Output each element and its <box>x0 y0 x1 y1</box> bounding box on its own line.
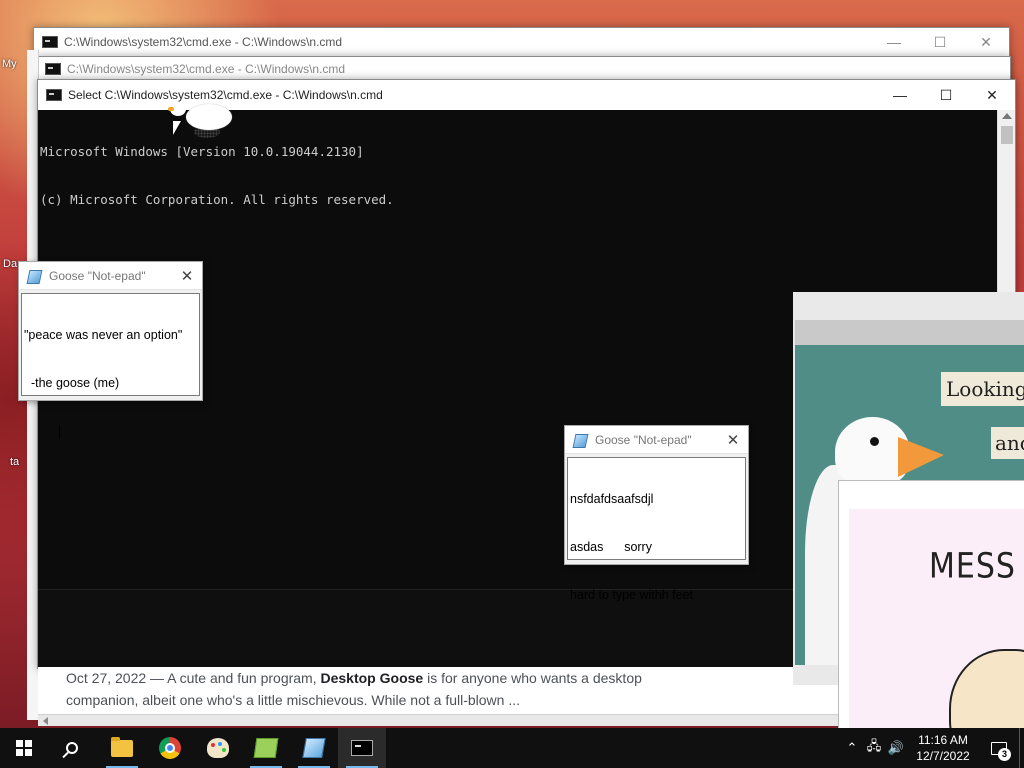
window-title: C:\Windows\system32\cmd.exe - C:\Windows… <box>67 62 346 76</box>
desktop-icon-label[interactable]: Da <box>3 258 17 270</box>
notepad-line: nsfdafdsaafsdjl <box>570 492 654 506</box>
mouse-cursor-icon <box>173 121 181 135</box>
clock[interactable]: 11:16 AM 12/7/2022 <box>907 732 979 764</box>
network-icon[interactable]: 🖧 <box>863 737 885 759</box>
snippet-text: companion, albeit one who's a little mis… <box>66 692 521 708</box>
meme-caption: Looking <box>941 372 1024 406</box>
goose-foot-drawing <box>949 649 1024 728</box>
close-button[interactable]: ✕ <box>963 27 1009 57</box>
search-icon <box>66 742 78 754</box>
taskbar-file-explorer[interactable] <box>98 728 146 768</box>
minimize-button[interactable]: — <box>871 27 917 57</box>
scrollbar-thumb[interactable] <box>1001 126 1013 144</box>
goose-eye <box>870 437 879 446</box>
windows-logo-icon <box>16 740 32 756</box>
goose-meme-image-2: MESS WITH <box>838 480 1024 728</box>
notepad-line <box>24 424 59 438</box>
start-button[interactable] <box>0 728 48 768</box>
volume-icon[interactable]: 🔊 <box>885 740 907 756</box>
image-window-bar <box>795 320 1024 345</box>
title-bar[interactable]: Goose "Not-epad" ✕ <box>565 426 748 454</box>
meme-caption: and <box>991 427 1024 459</box>
goose-body <box>186 104 232 130</box>
notepad-line: asdas sorry <box>570 540 652 554</box>
taskbar-paint[interactable] <box>194 728 242 768</box>
close-button[interactable]: ✕ <box>718 431 748 449</box>
clock-date: 12/7/2022 <box>916 749 970 763</box>
system-tray: ⌃ 🖧 🔊 11:16 AM 12/7/2022 3 <box>841 728 1024 768</box>
snippet-date: Oct 27, 2022 <box>66 670 147 686</box>
action-center-button[interactable]: 3 <box>979 728 1019 768</box>
window-title: Goose "Not-epad" <box>49 268 146 283</box>
maximize-button[interactable]: ☐ <box>923 80 969 110</box>
text-caret <box>58 424 60 439</box>
folder-icon <box>111 736 133 757</box>
maximize-button[interactable]: ☐ <box>917 27 963 57</box>
meme-caption: MESS WITH <box>929 546 1024 587</box>
desktop-icon-label[interactable]: ta <box>10 456 19 468</box>
title-bar[interactable]: Goose "Not-epad" ✕ <box>19 262 202 290</box>
minimize-button[interactable]: — <box>877 80 923 110</box>
snippet-text: — A cute and fun program, <box>146 670 321 686</box>
window-title: C:\Windows\system32\cmd.exe - C:\Windows… <box>64 35 343 49</box>
notepad-line: hard to type withh feet <box>570 588 693 602</box>
snippet-text: is for anyone who wants a desktop <box>423 670 642 686</box>
taskbar-notepad-green[interactable] <box>242 728 290 768</box>
window-title: Goose "Not-epad" <box>595 432 692 447</box>
scroll-left-icon[interactable] <box>43 717 48 725</box>
taskbar-cmd[interactable] <box>338 728 386 768</box>
notepad-line: "peace was never an option" <box>24 328 183 342</box>
taskbar-goose-notepad[interactable] <box>290 728 338 768</box>
cmd-icon <box>46 89 62 101</box>
horizontal-scrollbar[interactable] <box>38 714 838 726</box>
scroll-up-icon[interactable] <box>1002 113 1012 119</box>
search-button[interactable] <box>48 728 96 768</box>
title-bar[interactable]: C:\Windows\system32\cmd.exe - C:\Windows… <box>37 57 1010 81</box>
cmd-icon <box>45 63 61 75</box>
chevron-up-icon[interactable]: ⌃ <box>841 740 863 756</box>
snippet-bold: Desktop Goose <box>320 670 424 686</box>
goose-notepad-window[interactable]: Goose "Not-epad" ✕ nsfdafdsaafsdjl asdas… <box>564 425 749 602</box>
goose-beak <box>898 437 944 477</box>
paint-palette-icon <box>207 738 229 758</box>
console-line: (c) Microsoft Corporation. All rights re… <box>40 192 394 207</box>
show-desktop-button[interactable] <box>1019 728 1024 768</box>
notepad-icon <box>253 738 279 758</box>
notification-count-badge: 3 <box>998 748 1011 761</box>
close-button[interactable]: ✕ <box>172 267 202 285</box>
taskbar-chrome[interactable] <box>146 728 194 768</box>
notepad-icon <box>302 738 326 758</box>
desktop-icon-label[interactable]: My <box>2 58 17 70</box>
chrome-icon <box>159 737 181 759</box>
notepad-text-area[interactable]: nsfdafdsaafsdjl asdas sorry hard to type… <box>567 457 746 602</box>
taskbar: ⌃ 🖧 🔊 11:16 AM 12/7/2022 3 <box>0 728 1024 768</box>
search-result-snippet: Oct 27, 2022 — A cute and fun program, D… <box>38 667 838 715</box>
notepad-icon <box>572 433 588 447</box>
console-line: Microsoft Windows [Version 10.0.19044.21… <box>40 144 364 159</box>
cmd-icon <box>42 36 58 48</box>
clock-time: 11:16 AM <box>918 733 968 747</box>
title-bar[interactable]: C:\Windows\system32\cmd.exe - C:\Windows… <box>34 28 1009 56</box>
cmd-icon <box>351 740 373 756</box>
notepad-text-area[interactable]: "peace was never an option" -the goose (… <box>21 293 200 439</box>
goose-beak <box>168 107 174 111</box>
close-button[interactable]: ✕ <box>969 80 1015 110</box>
notepad-icon <box>26 269 42 283</box>
meme-background: MESS WITH <box>849 509 1024 728</box>
notepad-line: -the goose (me) <box>24 376 120 390</box>
goose-notepad-window[interactable]: Goose "Not-epad" ✕ "peace was never an o… <box>18 261 203 439</box>
